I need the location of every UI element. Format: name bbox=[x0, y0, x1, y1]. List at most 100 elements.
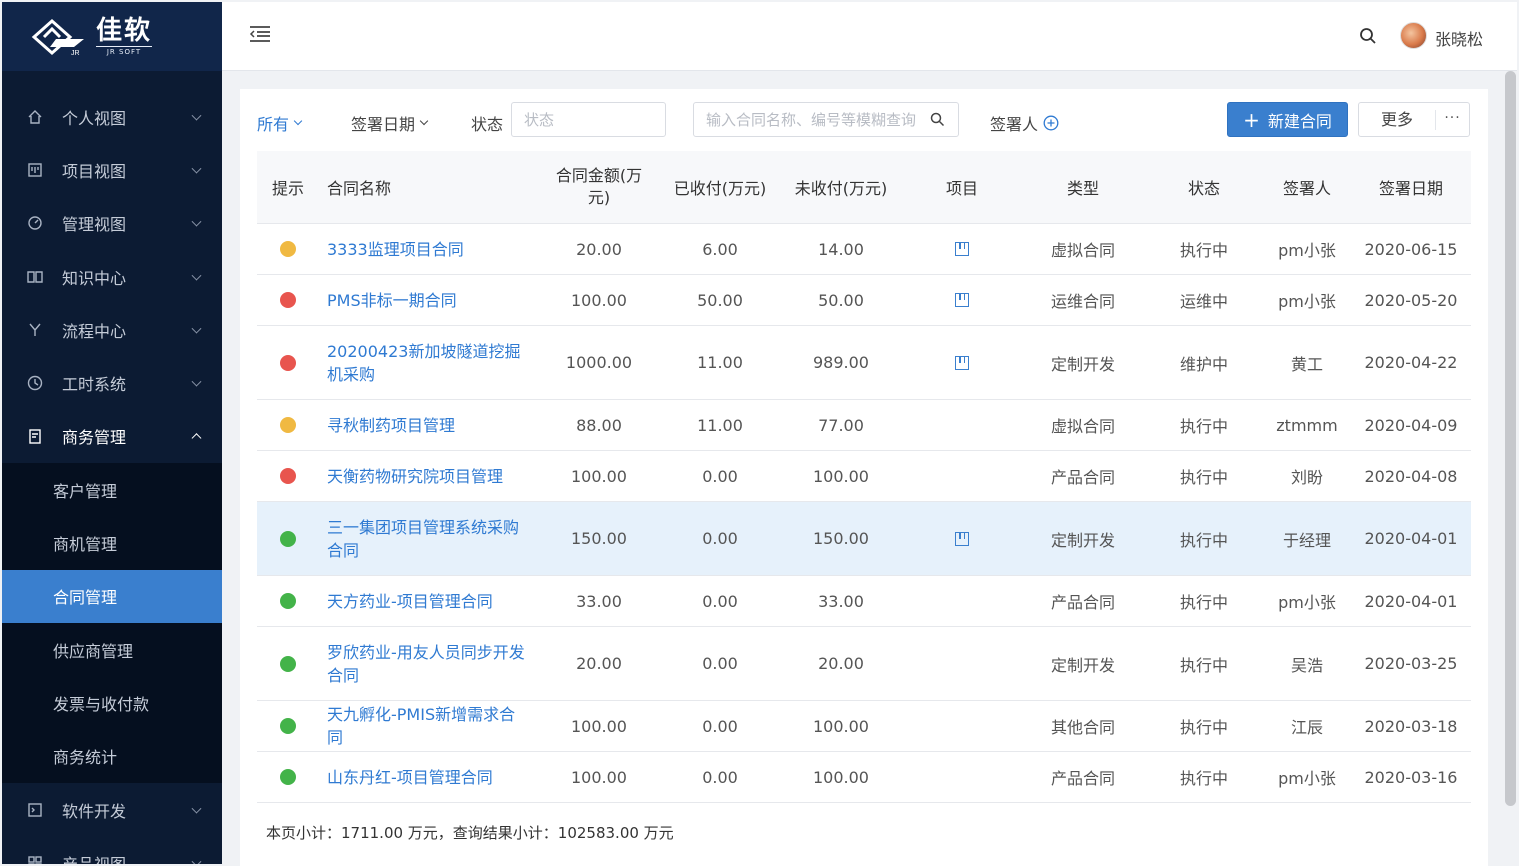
table-row[interactable]: 20200423新加坡隧道挖掘机采购 1000.00 11.00 989.00 定制开发… bbox=[257, 326, 1471, 400]
column-header-unpaid: 未收付(万元) bbox=[794, 179, 888, 198]
scope-filter-dropdown[interactable]: 所有 bbox=[257, 111, 303, 135]
table-row[interactable]: 寻秋制药项目管理 88.00 11.00 77.00 虚拟合同 执行中 ztmmm 2020-… bbox=[257, 400, 1471, 451]
project-board-icon[interactable] bbox=[955, 355, 969, 370]
tip-cell bbox=[257, 530, 319, 547]
contract-name-link[interactable]: PMS非标一期合同 bbox=[327, 291, 457, 310]
contract-name-link[interactable]: 天方药业-项目管理合同 bbox=[327, 592, 493, 611]
sidebar-item-software-dev[interactable]: 软件开发 bbox=[2, 783, 222, 836]
type-cell: 定制开发 bbox=[1050, 655, 1115, 675]
sidebar-item-label: 个人视图 bbox=[62, 108, 127, 128]
type-cell: 定制开发 bbox=[1050, 354, 1115, 374]
paid-cell: 50.00 bbox=[697, 290, 743, 310]
ellipsis-icon[interactable]: ··· bbox=[1436, 110, 1469, 126]
sidebar-item-project-view[interactable]: 项目视图 bbox=[2, 143, 222, 196]
sidebar-item-knowledge[interactable]: 知识中心 bbox=[2, 250, 222, 303]
chevron-down-icon bbox=[191, 163, 202, 174]
search-icon[interactable] bbox=[930, 112, 945, 127]
status-dot-icon bbox=[280, 417, 296, 433]
chevron-down-icon bbox=[191, 216, 202, 227]
search-input[interactable] bbox=[693, 102, 959, 137]
date-filter-dropdown[interactable]: 签署日期 bbox=[351, 111, 429, 135]
scrollbar-thumb[interactable] bbox=[1505, 71, 1516, 806]
sidebar-item-supplier[interactable]: 供应商管理 bbox=[2, 623, 222, 676]
contract-name-link[interactable]: 寻秋制药项目管理 bbox=[327, 416, 455, 435]
logo: JR 佳软 JR SOFT bbox=[2, 2, 222, 71]
summary-text: 本页小计：1711.00 万元，查询结果小计：102583.00 万元 bbox=[266, 824, 674, 842]
project-board-icon[interactable] bbox=[955, 293, 969, 307]
sidebar-item-workflow[interactable]: 流程中心 bbox=[2, 303, 222, 356]
signer-filter[interactable]: 签署人 bbox=[990, 111, 1059, 135]
search-icon[interactable] bbox=[1359, 27, 1377, 45]
more-button[interactable]: 更多 bbox=[1359, 109, 1436, 130]
project-board-icon[interactable] bbox=[955, 531, 969, 546]
signer-cell: pm小张 bbox=[1278, 292, 1336, 311]
filter-bar: 所有 签署日期 状态 签署人 + 新建合同 更多 ··· bbox=[240, 89, 1488, 151]
sidebar-item-management-view[interactable]: 管理视图 bbox=[2, 197, 222, 250]
sidebar-item-business[interactable]: 商务管理 bbox=[2, 410, 222, 463]
contract-name-link[interactable]: 天衡药物研究院项目管理 bbox=[327, 467, 503, 486]
contract-name-link[interactable]: 罗欣药业-用友人员同步开发合同 bbox=[327, 643, 525, 685]
paid-cell: 0.00 bbox=[702, 529, 738, 548]
signer-cell: 刘盼 bbox=[1290, 468, 1323, 487]
column-header-project: 项目 bbox=[945, 179, 978, 198]
table-row[interactable]: 三一集团项目管理系统采购合同 150.00 0.00 150.00 定制开发 执行中 于经理… bbox=[257, 502, 1471, 576]
table-row[interactable]: 天方药业-项目管理合同 33.00 0.00 33.00 产品合同 执行中 pm小张 2020… bbox=[257, 576, 1471, 627]
signer-cell: 吴浩 bbox=[1290, 655, 1323, 675]
sidebar-item-personal-view[interactable]: 个人视图 bbox=[2, 90, 222, 143]
table-row[interactable]: PMS非标一期合同 100.00 50.00 50.00 运维合同 运维中 pm小张 2020… bbox=[257, 275, 1471, 326]
scope-filter-label: 所有 bbox=[257, 115, 290, 134]
sidebar-item-product-view[interactable]: 产品视图 bbox=[2, 836, 222, 864]
sidebar: JR 佳软 JR SOFT 个人视图 项目视图 管理视图 知识中心 流程中心 工… bbox=[2, 2, 222, 864]
sidebar-item-business-stats[interactable]: 商务统计 bbox=[2, 730, 222, 783]
contract-table: 提示 合同名称 合同金额(万元) 已收付(万元) 未收付(万元) 项目 类型 状… bbox=[257, 151, 1471, 803]
new-contract-label: 新建合同 bbox=[1267, 111, 1332, 131]
logo-text: 佳软 bbox=[96, 16, 153, 46]
table-row[interactable]: 山东丹红-项目管理合同 100.00 0.00 100.00 产品合同 执行中 pm小张 20… bbox=[257, 752, 1471, 803]
status-cell: 执行中 bbox=[1179, 530, 1228, 550]
status-cell: 执行中 bbox=[1179, 241, 1228, 260]
contract-name-link[interactable]: 3333监理项目合同 bbox=[327, 240, 464, 259]
chevron-down-icon bbox=[191, 376, 202, 387]
chevron-down-icon bbox=[293, 116, 303, 126]
table-row[interactable]: 罗欣药业-用友人员同步开发合同 20.00 0.00 20.00 定制开发 执行中 吴浩 20… bbox=[257, 627, 1471, 701]
tip-cell bbox=[257, 593, 319, 609]
table-row[interactable]: 天九孵化-PMIS新增需求合同 100.00 0.00 100.00 其他合同 执行中 江辰… bbox=[257, 701, 1471, 752]
chevron-down-icon bbox=[419, 116, 429, 126]
sidebar-item-timesheet[interactable]: 工时系统 bbox=[2, 356, 222, 409]
project-board-icon[interactable] bbox=[955, 242, 969, 256]
status-dot-icon bbox=[280, 292, 296, 308]
unpaid-cell: 100.00 bbox=[813, 716, 869, 736]
contract-name-link[interactable]: 山东丹红-项目管理合同 bbox=[327, 768, 493, 787]
status-cell: 执行中 bbox=[1179, 417, 1228, 436]
contract-name-link[interactable]: 三一集团项目管理系统采购合同 bbox=[327, 518, 519, 560]
type-cell: 虚拟合同 bbox=[1050, 417, 1115, 436]
contract-name-link[interactable]: 20200423新加坡隧道挖掘机采购 bbox=[327, 342, 520, 384]
unpaid-cell: 14.00 bbox=[818, 239, 864, 259]
avatar[interactable] bbox=[1400, 22, 1427, 49]
table-row[interactable]: 3333监理项目合同 20.00 6.00 14.00 虚拟合同 执行中 pm小张 2020-… bbox=[257, 224, 1471, 275]
menu-collapse-icon[interactable] bbox=[249, 25, 271, 43]
table-row[interactable]: 天衡药物研究院项目管理 100.00 0.00 100.00 产品合同 执行中 刘盼 2020… bbox=[257, 451, 1471, 502]
status-dot-icon bbox=[280, 593, 296, 609]
date-cell: 2020-03-25 bbox=[1364, 654, 1458, 673]
tip-cell bbox=[257, 241, 319, 257]
clock-icon bbox=[26, 374, 44, 392]
sidebar-item-invoice[interactable]: 发票与收付款 bbox=[2, 676, 222, 729]
sidebar-item-contract[interactable]: 合同管理 bbox=[2, 569, 222, 623]
add-circle-icon[interactable] bbox=[1043, 115, 1059, 131]
sidebar-item-customer[interactable]: 客户管理 bbox=[2, 463, 222, 516]
status-filter-input[interactable] bbox=[511, 102, 666, 137]
date-cell: 2020-03-18 bbox=[1364, 716, 1458, 736]
signer-cell: pm小张 bbox=[1278, 769, 1336, 788]
sidebar-item-opportunity[interactable]: 商机管理 bbox=[2, 516, 222, 569]
username[interactable]: 张晓松 bbox=[1435, 26, 1483, 50]
name-cell: 3333监理项目合同 bbox=[319, 238, 537, 261]
dashboard-icon bbox=[26, 214, 44, 232]
new-contract-button[interactable]: + 新建合同 bbox=[1227, 102, 1348, 137]
contract-name-link[interactable]: 天九孵化-PMIS新增需求合同 bbox=[327, 705, 515, 747]
amount-cell: 20.00 bbox=[576, 239, 622, 259]
unpaid-cell: 20.00 bbox=[818, 654, 864, 673]
logo-mark-text: JR bbox=[71, 50, 80, 57]
signer-cell: 黄工 bbox=[1290, 354, 1323, 374]
unpaid-cell: 100.00 bbox=[813, 466, 869, 486]
